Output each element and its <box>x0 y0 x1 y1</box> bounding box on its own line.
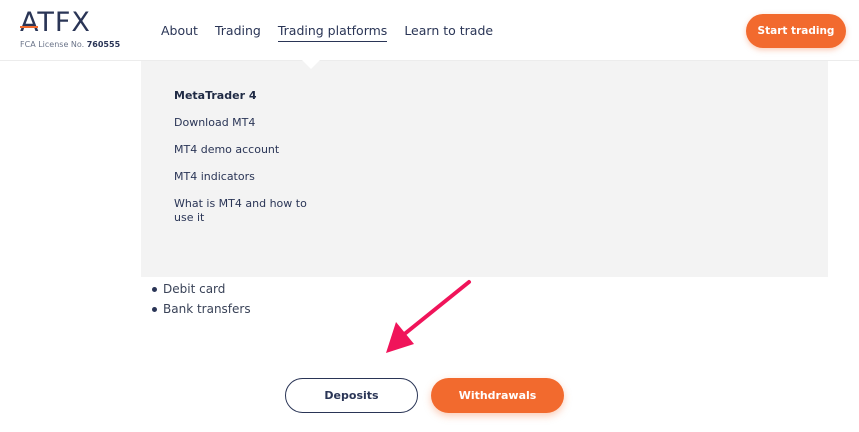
logo-accent-bar <box>20 26 38 28</box>
page: ATFX FCA License No. 760555 About Tradin… <box>0 0 859 432</box>
nav-item-learn-to-trade[interactable]: Learn to trade <box>404 23 493 42</box>
trading-platforms-dropdown: MetaTrader 4 Download MT4 MT4 demo accou… <box>141 61 828 277</box>
start-trading-button[interactable]: Start trading <box>746 14 846 48</box>
dropdown-title: MetaTrader 4 <box>174 89 257 102</box>
license-number: 760555 <box>86 40 121 49</box>
license-label: FCA License No. <box>20 40 85 49</box>
list-item-label: Bank transfers <box>163 302 251 316</box>
bullet-icon <box>152 286 157 292</box>
list-item-label: Debit card <box>163 282 226 296</box>
dropdown-item-mt4-indicators[interactable]: MT4 indicators <box>174 170 309 184</box>
list-item: Debit card <box>152 279 251 299</box>
site-header: ATFX FCA License No. 760555 About Tradin… <box>0 0 859 61</box>
main-nav: About Trading Trading platforms Learn to… <box>161 23 493 42</box>
bullet-icon <box>152 306 157 312</box>
dropdown-item-download-mt4[interactable]: Download MT4 <box>174 116 309 130</box>
deposits-button[interactable]: Deposits <box>285 378 418 413</box>
logo-text: ATFX <box>20 7 91 38</box>
dropdown-caret-icon <box>302 60 320 69</box>
payment-methods-list: Debit card Bank transfers <box>152 279 251 319</box>
dropdown-item-what-is-mt4[interactable]: What is MT4 and how to use it <box>174 197 309 225</box>
withdrawals-button[interactable]: Withdrawals <box>431 378 564 413</box>
nav-item-trading[interactable]: Trading <box>215 23 261 42</box>
dropdown-item-mt4-demo-account[interactable]: MT4 demo account <box>174 143 309 157</box>
nav-item-trading-platforms[interactable]: Trading platforms <box>277 23 388 42</box>
list-item: Bank transfers <box>152 299 251 319</box>
fca-license: FCA License No. 760555 <box>20 40 120 49</box>
arrow-icon <box>386 280 471 353</box>
atfx-logo[interactable]: ATFX <box>20 7 91 38</box>
nav-item-about[interactable]: About <box>161 23 198 42</box>
